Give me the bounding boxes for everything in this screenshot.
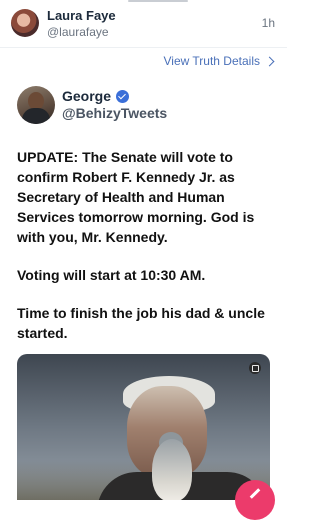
compose-pencil-icon [249, 487, 261, 499]
compose-button[interactable] [235, 480, 275, 520]
chevron-right-icon [264, 56, 275, 67]
media-bird-body [152, 439, 192, 500]
author-handle[interactable]: @laurafaye [47, 25, 109, 39]
divider [0, 47, 287, 48]
post-header: Laura Faye @laurafaye 1h [0, 0, 287, 48]
quoted-author-avatar[interactable] [17, 86, 55, 124]
post-paragraph: UPDATE: The Senate will vote to confirm … [17, 149, 255, 245]
media-type-icon-glyph [251, 364, 259, 372]
avatar-body-shape [22, 108, 50, 124]
avatar[interactable] [11, 9, 39, 37]
view-truth-details-link[interactable]: View Truth Details [163, 54, 275, 68]
verified-badge-icon [116, 89, 130, 103]
quoted-author-name: George [62, 88, 112, 104]
media-type-icon[interactable] [249, 362, 261, 374]
quoted-author-name-row[interactable]: George [62, 88, 130, 104]
post-paragraph: Time to finish the job his dad & uncle s… [17, 305, 265, 341]
quoted-author-handle[interactable]: @BehizyTweets [62, 105, 167, 121]
post-time: 1h [261, 16, 275, 30]
post-paragraph: Voting will start at 10:30 AM. [17, 267, 206, 283]
view-truth-details-label: View Truth Details [163, 54, 261, 68]
post-media-image[interactable] [17, 354, 270, 500]
post-body: UPDATE: The Senate will vote to confirm … [17, 147, 275, 361]
author-name[interactable]: Laura Faye [47, 8, 116, 23]
